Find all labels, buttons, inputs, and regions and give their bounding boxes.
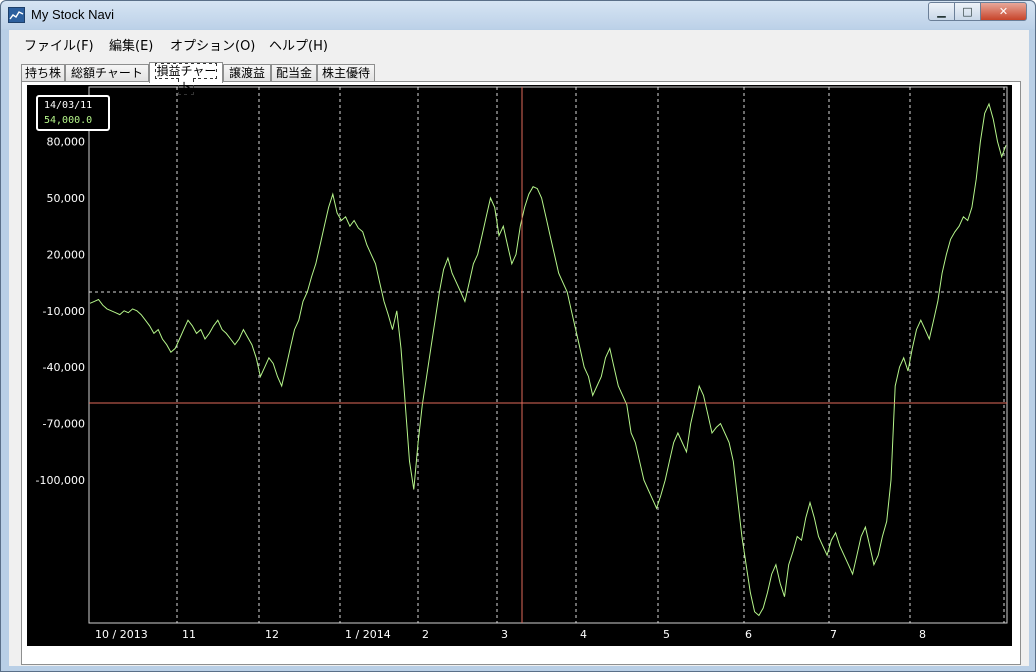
app-window: My Stock Navi ▁ □ ✕ ファイル(F) 編集(E) オプション(…	[0, 0, 1036, 672]
menu-help[interactable]: ヘルプ(H)	[269, 35, 328, 54]
y-tick-label: 80,000	[47, 136, 86, 149]
readout-value: 54,000.0	[44, 115, 93, 126]
y-tick-label: 50,000	[47, 192, 86, 205]
x-tick-label: 3	[501, 628, 508, 641]
x-tick-label: 1 / 2014	[345, 628, 391, 641]
tab-dividend[interactable]: 配当金	[271, 64, 317, 82]
profit-chart[interactable]: 80,000 50,000 20,000 -10,000 -40,000 -70,000 -…	[27, 85, 1012, 646]
tab-holdings[interactable]: 持ち株	[21, 64, 65, 82]
x-tick-label: 4	[580, 628, 587, 641]
x-tick-label: 12	[265, 628, 279, 641]
readout-date: 14/03/11	[44, 100, 93, 111]
tab-total-chart[interactable]: 総額チャート	[65, 64, 149, 82]
x-tick-label: 11	[182, 628, 196, 641]
y-tick-label: -40,000	[43, 361, 85, 374]
profit-series-line	[89, 102, 1007, 617]
menu-bar: ファイル(F) 編集(E) オプション(O) ヘルプ(H)	[9, 30, 1029, 56]
y-tick-label: -100,000	[36, 474, 85, 487]
menu-file[interactable]: ファイル(F)	[24, 35, 94, 54]
menu-edit[interactable]: 編集(E)	[109, 35, 153, 54]
y-tick-label: -10,000	[43, 305, 85, 318]
window-title: My Stock Navi	[31, 7, 115, 22]
chart-icon[interactable]	[8, 7, 25, 23]
maximize-button[interactable]: □	[954, 2, 981, 21]
tab-transfer-gain[interactable]: 譲渡益	[223, 64, 271, 82]
tab-shareholder-benefits[interactable]: 株主優待	[317, 64, 375, 82]
x-tick-label: 5	[663, 628, 670, 641]
x-tick-label: 6	[745, 628, 752, 641]
minimize-button[interactable]: ▁	[928, 2, 955, 21]
y-tick-label: 20,000	[47, 248, 86, 261]
y-tick-label: -70,000	[43, 418, 85, 431]
x-tick-label: 8	[919, 628, 926, 641]
title-bar[interactable]: My Stock Navi ▁ □ ✕	[1, 1, 1035, 29]
close-button[interactable]: ✕	[980, 2, 1027, 21]
x-tick-label: 2	[422, 628, 429, 641]
menu-options[interactable]: オプション(O)	[170, 35, 255, 54]
x-tick-label: 10 / 2013	[95, 628, 148, 641]
chart-svg[interactable]: 80,000 50,000 20,000 -10,000 -40,000 -70,000 -…	[27, 85, 1012, 646]
tab-profit-chart[interactable]: 損益チャート	[149, 62, 223, 95]
x-tick-label: 7	[830, 628, 837, 641]
crosshair-readout: 14/03/11 54,000.0	[36, 95, 110, 131]
